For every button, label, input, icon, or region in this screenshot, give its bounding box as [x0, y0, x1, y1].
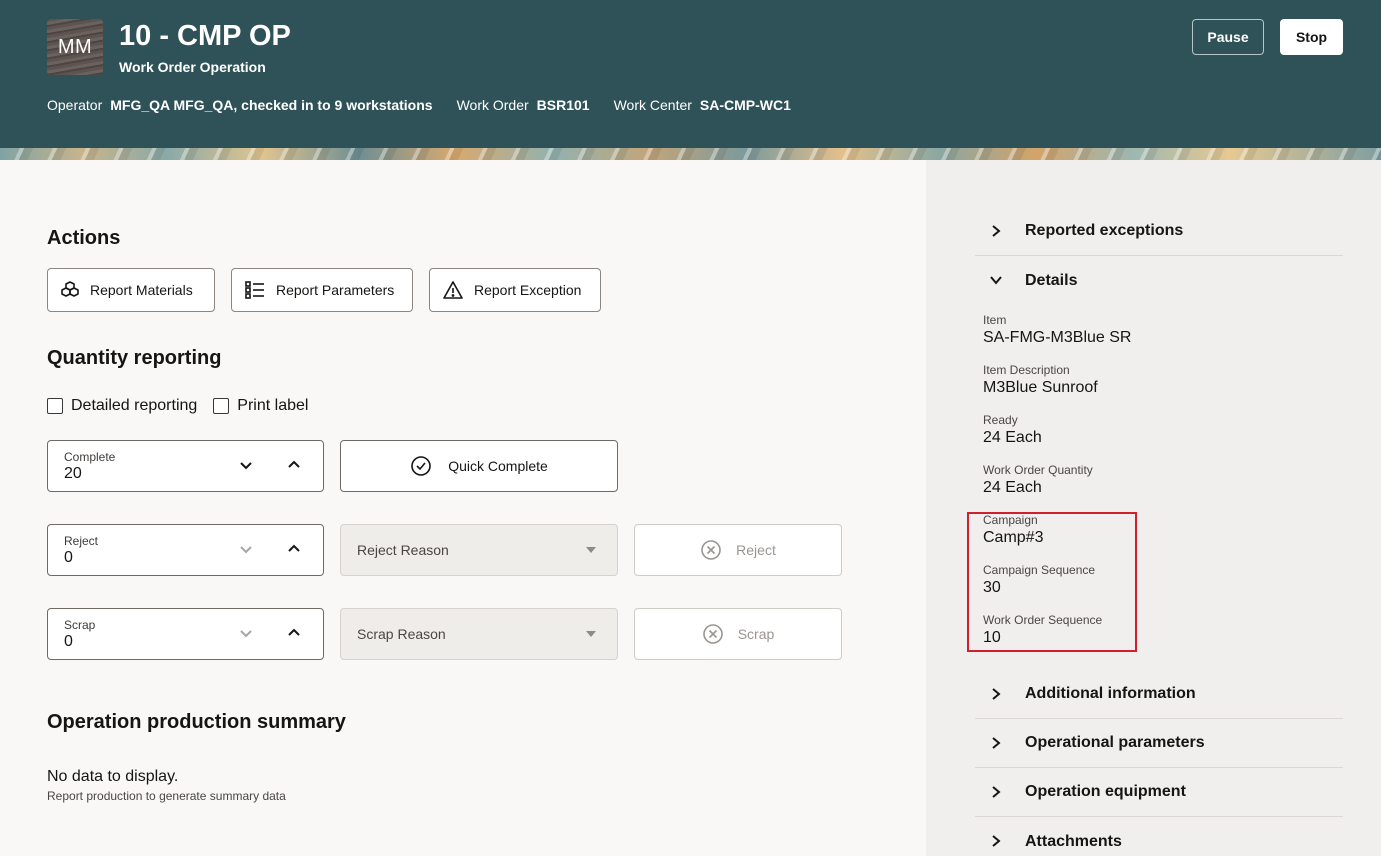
work-order-label: Work Order [456, 97, 529, 113]
caret-down-icon [586, 547, 596, 553]
accordion-additional-information[interactable]: Additional information [975, 670, 1343, 719]
reject-reason-placeholder: Reject Reason [357, 542, 449, 558]
pause-button[interactable]: Pause [1192, 19, 1264, 55]
accordion-label: Operational parameters [1025, 734, 1205, 751]
accordion-operation-equipment[interactable]: Operation equipment [975, 768, 1343, 817]
main-content: Actions Report Materials Report Paramete… [0, 160, 926, 856]
page-header: MM 10 - CMP OP Work Order Operation Oper… [0, 0, 1381, 148]
work-order-quantity-label: Work Order Quantity [983, 463, 1093, 477]
accordion-operational-parameters[interactable]: Operational parameters [975, 719, 1343, 768]
ready-value: 24 Each [983, 429, 1042, 446]
no-data-hint: Report production to generate summary da… [47, 789, 286, 803]
header-meta: Operator MFG_QA MFG_QA, checked in to 9 w… [47, 97, 791, 113]
cancel-circle-icon [702, 624, 723, 644]
reject-button[interactable]: Reject [634, 524, 842, 576]
reject-button-label: Reject [736, 542, 776, 558]
accordion-reported-exceptions[interactable]: Reported exceptions [975, 207, 1343, 256]
quick-complete-button[interactable]: Quick Complete [340, 440, 618, 492]
reject-input[interactable]: 0 [64, 549, 73, 567]
report-parameters-label: Report Parameters [276, 282, 395, 298]
print-label-checkbox[interactable]: Print label [213, 397, 308, 415]
caret-down-icon [586, 631, 596, 637]
scrap-reason-select[interactable]: Scrap Reason [340, 608, 618, 660]
page-title: 10 - CMP OP [119, 20, 291, 52]
accordion-attachments[interactable]: Attachments [975, 817, 1343, 856]
chevron-down-icon[interactable] [238, 457, 254, 473]
chevron-right-icon [992, 225, 1001, 237]
chevron-right-icon [992, 737, 1001, 749]
work-center-value: SA-CMP-WC1 [699, 97, 791, 113]
chevron-right-icon [992, 835, 1001, 847]
production-summary-title: Operation production summary [47, 711, 346, 733]
accordion-label: Additional information [1025, 685, 1196, 702]
check-circle-icon [411, 456, 432, 476]
chevron-down-icon [240, 630, 252, 638]
chevron-up-icon[interactable] [286, 541, 302, 557]
report-parameters-button[interactable]: Report Parameters [231, 268, 413, 312]
scrap-quantity-field[interactable]: Scrap 0 [47, 608, 324, 660]
chevron-up-icon[interactable] [286, 457, 302, 473]
item-value: SA-FMG-M3Blue SR [983, 329, 1132, 346]
cancel-circle-icon [701, 540, 721, 560]
chevron-down-icon [990, 276, 1002, 285]
decorative-banner [0, 148, 1381, 160]
reject-quantity-field[interactable]: Reject 0 [47, 524, 324, 576]
operator-label: Operator [47, 97, 103, 113]
reject-label: Reject [64, 534, 99, 548]
report-materials-label: Report Materials [90, 282, 193, 298]
report-materials-button[interactable]: Report Materials [47, 268, 215, 312]
scrap-button-label: Scrap [737, 626, 775, 642]
warning-icon [443, 281, 463, 299]
chevron-right-icon [992, 688, 1001, 700]
accordion-label: Details [1025, 271, 1078, 289]
report-exception-label: Report Exception [474, 282, 582, 298]
checkbox-box[interactable] [213, 398, 230, 414]
actions-title: Actions [47, 227, 121, 249]
scrap-button[interactable]: Scrap [634, 608, 842, 660]
scrap-input[interactable]: 0 [64, 633, 73, 651]
detailed-reporting-checkbox[interactable]: Detailed reporting [47, 397, 197, 415]
complete-quantity-field[interactable]: Complete 20 [47, 440, 324, 492]
highlight-box [967, 512, 1137, 652]
chevron-right-icon [992, 786, 1001, 798]
work-center-label: Work Center [613, 97, 692, 113]
accordion-label: Attachments [1025, 832, 1122, 850]
print-label-label: Print label [237, 397, 309, 414]
details-panel: Reported exceptions Details Item SA-FMG-… [926, 160, 1381, 856]
report-exception-button[interactable]: Report Exception [429, 268, 601, 312]
quantity-options: Detailed reporting Print label [47, 397, 324, 415]
item-description-value: M3Blue Sunroof [983, 379, 1098, 396]
reject-reason-select[interactable]: Reject Reason [340, 524, 618, 576]
work-order-quantity-value: 24 Each [983, 479, 1042, 496]
cubes-icon [61, 281, 79, 297]
quantity-reporting-title: Quantity reporting [47, 347, 222, 369]
list-icon [245, 281, 264, 299]
scrap-label: Scrap [64, 618, 96, 632]
accordion-details[interactable]: Details [975, 256, 1343, 305]
chevron-up-icon[interactable] [286, 625, 302, 641]
stop-button[interactable]: Stop [1280, 19, 1343, 55]
item-description-label: Item Description [983, 363, 1070, 377]
no-data-message: No data to display. [47, 768, 179, 785]
work-order-value: BSR101 [536, 97, 590, 113]
scrap-reason-placeholder: Scrap Reason [357, 626, 446, 642]
operator-info: Operator MFG_QA MFG_QA, checked in to 9 w… [47, 97, 433, 113]
checkbox-box[interactable] [47, 398, 63, 414]
item-label: Item [983, 313, 1007, 327]
ready-label: Ready [983, 413, 1018, 427]
complete-input[interactable]: 20 [64, 465, 82, 483]
complete-label: Complete [64, 450, 116, 464]
accordion-label: Reported exceptions [1025, 222, 1184, 239]
avatar: MM [47, 19, 103, 75]
page-subtitle: Work Order Operation [119, 59, 266, 75]
work-center-info: Work Center SA-CMP-WC1 [614, 97, 791, 113]
quick-complete-label: Quick Complete [448, 458, 548, 474]
detailed-reporting-label: Detailed reporting [71, 397, 198, 414]
chevron-down-icon [240, 546, 252, 554]
operator-value: MFG_QA MFG_QA, checked in to 9 workstati… [110, 97, 433, 113]
accordion-label: Operation equipment [1025, 783, 1186, 800]
work-order-info: Work Order BSR101 [457, 97, 590, 113]
